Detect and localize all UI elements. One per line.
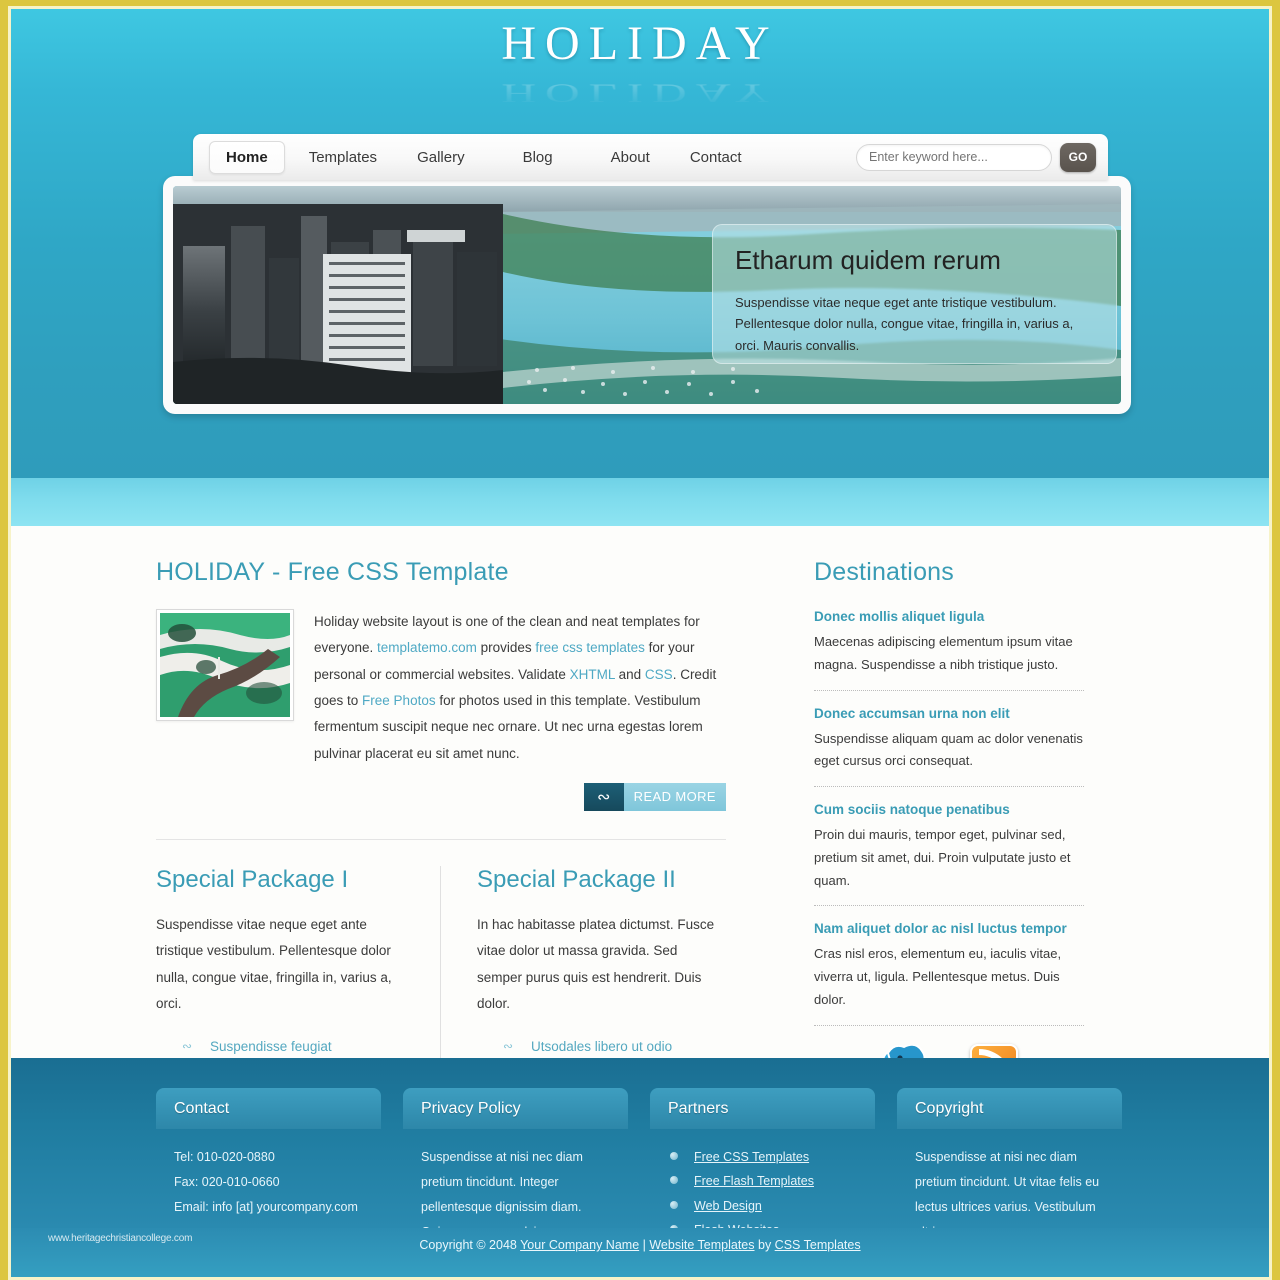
destination-item-3: Cum sociis natoque penatibus Proin dui m… bbox=[814, 802, 1084, 907]
dot-bullet-icon bbox=[670, 1200, 678, 1209]
main-content: HOLIDAY - Free CSS Template Holiday webs… bbox=[8, 526, 1272, 1115]
link-free-css-templates[interactable]: free css templates bbox=[535, 640, 645, 655]
main-navigation: Home Templates Gallery Blog About Contac… bbox=[193, 134, 1108, 180]
copyright-separator: | bbox=[639, 1238, 650, 1252]
destination-text-4: Cras nisl eros, elementum eu, iaculis vi… bbox=[814, 946, 1062, 1007]
search-go-button[interactable]: GO bbox=[1060, 142, 1096, 172]
package-2-title: Special Package II bbox=[477, 865, 676, 893]
header-area: HOLIDAY HOLIDAY Home Templates Gallery B… bbox=[8, 6, 1272, 478]
dot-bullet-icon bbox=[670, 1176, 678, 1185]
read-more-button[interactable]: ∾ READ MORE bbox=[583, 782, 726, 811]
decorative-band bbox=[8, 478, 1272, 526]
contact-tel: Tel: 010-020-0880 bbox=[174, 1150, 275, 1164]
contact-fax: Fax: 020-010-0660 bbox=[174, 1175, 280, 1189]
search-input[interactable] bbox=[856, 143, 1052, 171]
package-2-text: In hac habitasse platea dictumst. Fusce … bbox=[477, 916, 715, 1011]
content-container: HOLIDAY - Free CSS Template Holiday webs… bbox=[156, 558, 1124, 1115]
swirl-icon: ∾ bbox=[583, 782, 624, 811]
swirl-bullet-icon: ∾ bbox=[182, 1039, 193, 1054]
css-templates-link[interactable]: CSS Templates bbox=[775, 1238, 861, 1252]
destination-title-4[interactable]: Nam aliquet dolor ac nisl luctus tempor bbox=[814, 921, 1084, 936]
nav-item-contact[interactable]: Contact bbox=[674, 142, 758, 173]
footer-column-privacy: Privacy Policy Suspendisse at nisi nec d… bbox=[403, 1088, 628, 1245]
hero-caption: Etharum quidem rerum Suspendisse vitae n… bbox=[712, 224, 1117, 364]
copyright-bar: Copyright © 2048 Your Company Name | Web… bbox=[8, 1228, 1272, 1280]
destination-text-1: Maecenas adipiscing elementum ipsum vita… bbox=[814, 634, 1073, 672]
partner-link-2[interactable]: Free Flash Templates bbox=[694, 1174, 814, 1188]
site-logo: HOLIDAY bbox=[501, 17, 779, 70]
page-root: HOLIDAY HOLIDAY Home Templates Gallery B… bbox=[0, 0, 1280, 1280]
destination-text-2: Suspendisse aliquam quam ac dolor venena… bbox=[814, 730, 1083, 769]
copyright-prefix: Copyright © 2048 bbox=[419, 1238, 521, 1252]
partner-link-3[interactable]: Web Design bbox=[694, 1199, 762, 1213]
footer-column-copyright: Copyright Suspendisse at nisi nec diam p… bbox=[897, 1088, 1122, 1245]
intro-paragraph: Holiday website layout is one of the cle… bbox=[314, 609, 726, 767]
intro-thumbnail-svg bbox=[160, 613, 290, 717]
site-logo-wrapper: HOLIDAY HOLIDAY bbox=[8, 6, 1272, 114]
sidebar-heading: Destinations bbox=[814, 558, 954, 586]
copyright-company-link[interactable]: Your Company Name bbox=[520, 1238, 639, 1252]
content-left-column: HOLIDAY - Free CSS Template Holiday webs… bbox=[156, 558, 766, 1115]
package-2-link-1[interactable]: Utsodales libero ut odio bbox=[531, 1039, 672, 1054]
intro-text-4: and bbox=[614, 666, 645, 682]
destination-text-3: Proin dui mauris, tempor eget, pulvinar … bbox=[814, 827, 1071, 888]
footer-column-partners: Partners Free CSS Templates Free Flash T… bbox=[650, 1088, 875, 1245]
intro-text-2: provides bbox=[476, 640, 536, 656]
destination-item-2: Donec accumsan urna non elit Suspendisse… bbox=[814, 706, 1084, 787]
nav-item-templates[interactable]: Templates bbox=[293, 142, 393, 173]
list-item: Free CSS Templates bbox=[668, 1145, 857, 1169]
link-css[interactable]: CSS bbox=[645, 667, 673, 682]
footer-columns: Contact Tel: 010-020-0880 Fax: 020-010-0… bbox=[156, 1058, 1124, 1245]
nav-item-list: Home Templates Gallery Blog About Contac… bbox=[209, 140, 856, 174]
destination-title-2[interactable]: Donec accumsan urna non elit bbox=[814, 706, 1084, 721]
read-more-row: ∾ READ MORE bbox=[156, 782, 726, 811]
watermark: www.heritagechristiancollege.com bbox=[48, 1233, 193, 1244]
site-logo-reflection: HOLIDAY bbox=[501, 78, 779, 108]
footer-body-partners: Free CSS Templates Free Flash Templates … bbox=[650, 1129, 875, 1243]
footer-column-contact: Contact Tel: 010-020-0880 Fax: 020-010-0… bbox=[156, 1088, 381, 1245]
package-1-link-1[interactable]: Suspendisse feugiat bbox=[210, 1039, 332, 1054]
footer-body-contact: Tel: 010-020-0880 Fax: 020-010-0660 Emai… bbox=[156, 1129, 381, 1220]
dot-bullet-icon bbox=[670, 1152, 678, 1160]
footer: Contact Tel: 010-020-0880 Fax: 020-010-0… bbox=[8, 1058, 1272, 1239]
copyright-by: by bbox=[754, 1238, 775, 1252]
partner-link-1[interactable]: Free CSS Templates bbox=[694, 1150, 809, 1164]
destination-item-4: Nam aliquet dolor ac nisl luctus tempor … bbox=[814, 921, 1084, 1026]
intro-row: Holiday website layout is one of the cle… bbox=[156, 609, 726, 767]
link-templatemo[interactable]: templatemo.com bbox=[377, 640, 477, 655]
footer-heading-partners: Partners bbox=[650, 1088, 875, 1129]
list-item: ∾ Suspendisse feugiat bbox=[182, 1033, 412, 1060]
link-xhtml[interactable]: XHTML bbox=[570, 667, 615, 682]
list-item: ∾ Utsodales libero ut odio bbox=[503, 1033, 726, 1060]
list-item: Free Flash Templates bbox=[668, 1169, 857, 1193]
copyright-text: Copyright © 2048 Your Company Name | Web… bbox=[419, 1238, 860, 1252]
list-item: Web Design bbox=[668, 1194, 857, 1218]
nav-item-home[interactable]: Home bbox=[209, 140, 285, 174]
nav-item-about[interactable]: About bbox=[595, 142, 666, 173]
destination-title-1[interactable]: Donec mollis aliquet ligula bbox=[814, 609, 1084, 624]
nav-item-gallery[interactable]: Gallery bbox=[401, 142, 481, 173]
destination-title-3[interactable]: Cum sociis natoque penatibus bbox=[814, 802, 1084, 817]
hero-banner: Etharum quidem rerum Suspendisse vitae n… bbox=[163, 176, 1131, 414]
footer-heading-contact: Contact bbox=[156, 1088, 381, 1129]
sidebar: Destinations Donec mollis aliquet ligula… bbox=[766, 558, 1084, 1114]
read-more-label: READ MORE bbox=[623, 782, 726, 811]
link-free-photos[interactable]: Free Photos bbox=[362, 693, 436, 708]
intro-thumbnail bbox=[156, 609, 294, 721]
content-divider bbox=[156, 838, 726, 840]
intro-heading: HOLIDAY - Free CSS Template bbox=[156, 558, 509, 586]
package-1-text: Suspendisse vitae neque eget ante tristi… bbox=[156, 916, 392, 1011]
website-templates-link[interactable]: Website Templates bbox=[649, 1238, 754, 1252]
footer-heading-copyright: Copyright bbox=[897, 1088, 1122, 1129]
contact-email: Email: info [at] yourcompany.com bbox=[174, 1200, 358, 1214]
swirl-bullet-icon: ∾ bbox=[503, 1039, 514, 1054]
nav-item-blog[interactable]: Blog bbox=[507, 142, 569, 173]
footer-heading-privacy: Privacy Policy bbox=[403, 1088, 628, 1129]
search-area: GO bbox=[856, 142, 1096, 172]
hero-title: Etharum quidem rerum bbox=[735, 245, 1001, 275]
destination-item-1: Donec mollis aliquet ligula Maecenas adi… bbox=[814, 609, 1084, 691]
hero-text: Suspendisse vitae neque eget ante tristi… bbox=[735, 295, 1074, 353]
package-1-title: Special Package I bbox=[156, 865, 349, 893]
